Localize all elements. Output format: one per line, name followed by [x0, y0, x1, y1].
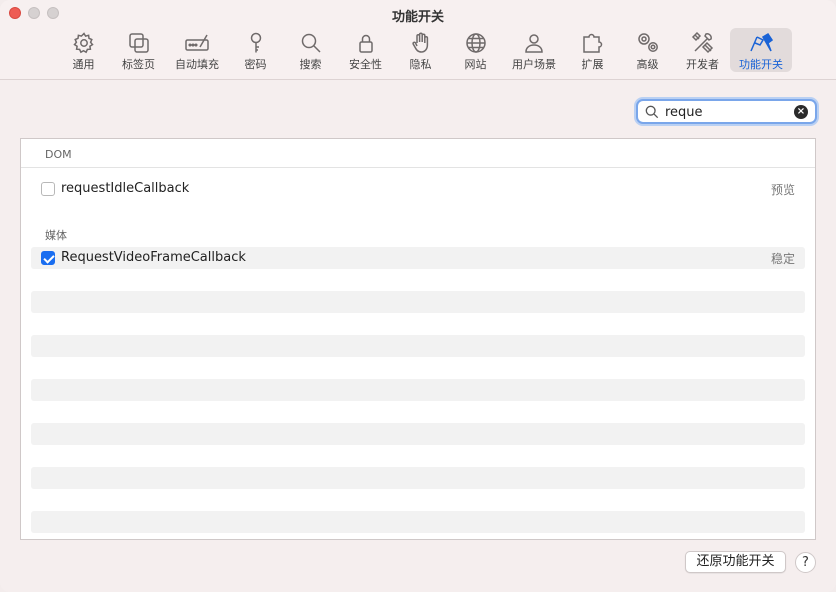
flag-name: requestIdleCallback: [61, 181, 190, 196]
search-icon: [645, 105, 659, 119]
tab-autofill[interactable]: 自动填充: [166, 28, 228, 72]
empty-row: [31, 423, 805, 445]
lock-icon: [358, 34, 373, 53]
tab-label: 搜索: [299, 58, 322, 71]
section-title: DOM: [45, 148, 72, 161]
tab-label: 隐私: [409, 58, 432, 71]
search-field[interactable]: ×: [636, 99, 817, 124]
flag-checkbox[interactable]: [41, 182, 55, 196]
autofill-icon: [185, 34, 209, 51]
tab-profiles[interactable]: 用户场景: [503, 28, 565, 72]
tab-label: 密码: [244, 58, 267, 71]
section-header-dom: DOM: [21, 139, 815, 168]
tab-label: 用户场景: [512, 58, 556, 71]
flag-status: 预览: [770, 183, 795, 197]
hand-icon: [411, 32, 428, 53]
tab-tabs[interactable]: 标签页: [111, 28, 166, 72]
tab-general[interactable]: 通用: [56, 28, 111, 72]
tab-label: 通用: [72, 58, 95, 71]
tab-security[interactable]: 安全性: [338, 28, 393, 72]
globe-icon: [465, 33, 486, 53]
tab-label: 功能开关: [739, 58, 783, 71]
flag-name: RequestVideoFrameCallback: [61, 250, 246, 265]
person-icon: [525, 34, 543, 53]
empty-row: [31, 379, 805, 401]
settings-toolbar: 通用 标签页 自动填充 密码 搜索 安全性 隐私 网站 用户场景 扩展 高级 开…: [56, 28, 792, 74]
flags-icon: [750, 32, 773, 52]
empty-row: [31, 335, 805, 357]
search-input[interactable]: [665, 103, 793, 121]
tab-label: 标签页: [122, 58, 155, 71]
search-icon: [301, 33, 321, 53]
titlebar: 功能开关 通用 标签页 自动填充 密码 搜索 安全性 隐私 网站 用户场景 扩展…: [0, 0, 836, 80]
tab-websites[interactable]: 网站: [448, 28, 503, 72]
restore-feature-flags-button[interactable]: 还原功能开关: [685, 551, 786, 573]
flag-row[interactable]: RequestVideoFrameCallback 稳定: [31, 247, 805, 269]
feature-flags-list: DOM requestIdleCallback 预览 媒体 RequestVid…: [20, 138, 816, 540]
tab-label: 安全性: [349, 58, 382, 71]
empty-row: [31, 511, 805, 533]
tab-label: 网站: [464, 58, 487, 71]
window-title: 功能开关: [391, 10, 444, 25]
section-header-media: 媒体: [45, 229, 67, 242]
tab-passwords[interactable]: 密码: [228, 28, 283, 72]
gears-icon: [637, 33, 658, 52]
empty-row: [31, 467, 805, 489]
tools-icon: [691, 31, 713, 54]
tabs-icon: [128, 33, 149, 53]
flag-status: 稳定: [770, 252, 795, 266]
tab-label: 高级: [636, 58, 659, 71]
tab-label: 开发者: [686, 58, 719, 71]
tab-extensions[interactable]: 扩展: [565, 28, 620, 72]
gear-icon: [72, 32, 94, 54]
flag-row[interactable]: requestIdleCallback 预览: [31, 178, 805, 200]
tab-label: 扩展: [581, 58, 604, 71]
key-icon: [250, 32, 261, 53]
tab-search[interactable]: 搜索: [283, 28, 338, 72]
help-button[interactable]: ?: [795, 552, 816, 573]
tab-developer[interactable]: 开发者: [675, 28, 730, 72]
tab-feature-flags[interactable]: 功能开关: [730, 28, 792, 72]
tab-privacy[interactable]: 隐私: [393, 28, 448, 72]
empty-row: [31, 291, 805, 313]
tab-advanced[interactable]: 高级: [620, 28, 675, 72]
safari-settings-window: 功能开关 通用 标签页 自动填充 密码 搜索 安全性 隐私 网站 用户场景 扩展…: [0, 0, 836, 592]
clear-search-icon[interactable]: ×: [794, 105, 808, 119]
tab-label: 自动填充: [175, 58, 219, 71]
flag-checkbox[interactable]: [41, 251, 55, 265]
puzzle-icon: [582, 33, 602, 53]
